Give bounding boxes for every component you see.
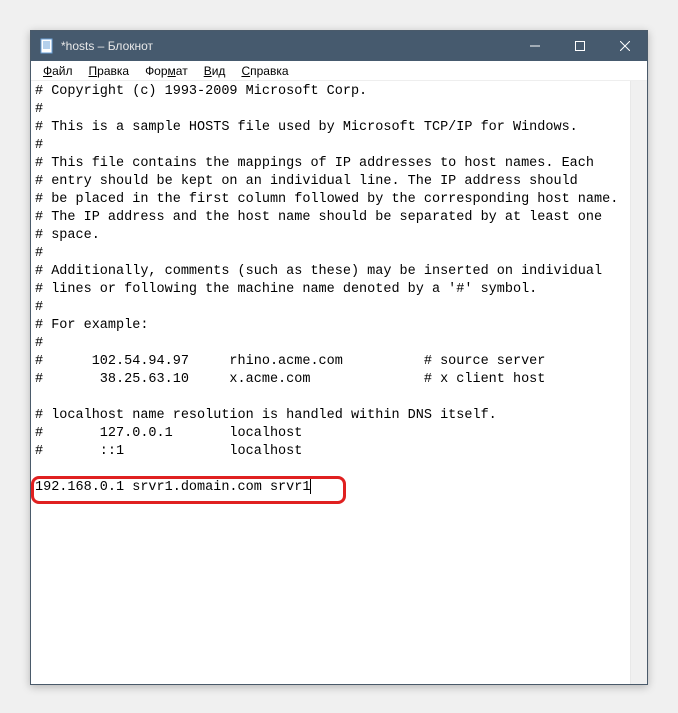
minimize-button[interactable] [512, 31, 557, 61]
notepad-icon [39, 38, 55, 54]
text-line: # entry should be kept on an individual … [35, 173, 643, 191]
menu-format[interactable]: Формат [137, 62, 196, 80]
text-line: # 127.0.0.1 localhost [35, 425, 643, 443]
text-line: # The IP address and the host name shoul… [35, 209, 643, 227]
window-controls [512, 31, 647, 61]
text-line [35, 389, 643, 407]
menubar: Файл Правка Формат Вид Справка [31, 61, 647, 81]
text-line: # space. [35, 227, 643, 245]
menu-help[interactable]: Справка [233, 62, 296, 80]
text-line: # localhost name resolution is handled w… [35, 407, 643, 425]
text-line: # ::1 localhost [35, 443, 643, 461]
edited-text-line: 192.168.0.1 srvr1.domain.com srvr1 [35, 479, 643, 497]
notepad-window: *hosts – Блокнот Файл Правка Формат Вид … [30, 30, 648, 685]
close-button[interactable] [602, 31, 647, 61]
text-line: # [35, 299, 643, 317]
maximize-button[interactable] [557, 31, 602, 61]
text-line: # 102.54.94.97 rhino.acme.com # source s… [35, 353, 643, 371]
text-line: # Additionally, comments (such as these)… [35, 263, 643, 281]
text-line: # For example: [35, 317, 643, 335]
text-line: # be placed in the first column followed… [35, 191, 643, 209]
text-line: # [35, 137, 643, 155]
text-line: # This file contains the mappings of IP … [35, 155, 643, 173]
text-caret [310, 479, 311, 494]
text-editor-area[interactable]: # Copyright (c) 1993-2009 Microsoft Corp… [31, 81, 647, 684]
text-line: # This is a sample HOSTS file used by Mi… [35, 119, 643, 137]
text-line: # 38.25.63.10 x.acme.com # x client host [35, 371, 643, 389]
text-line: # [35, 335, 643, 353]
window-title: *hosts – Блокнот [61, 39, 512, 53]
vertical-scrollbar[interactable] [630, 81, 647, 684]
menu-view[interactable]: Вид [196, 62, 234, 80]
text-line: # [35, 245, 643, 263]
menu-file[interactable]: Файл [35, 62, 81, 80]
text-line: # [35, 101, 643, 119]
text-line [35, 461, 643, 479]
titlebar[interactable]: *hosts – Блокнот [31, 31, 647, 61]
text-line: # lines or following the machine name de… [35, 281, 643, 299]
menu-edit[interactable]: Правка [81, 62, 138, 80]
text-line: # Copyright (c) 1993-2009 Microsoft Corp… [35, 83, 643, 101]
